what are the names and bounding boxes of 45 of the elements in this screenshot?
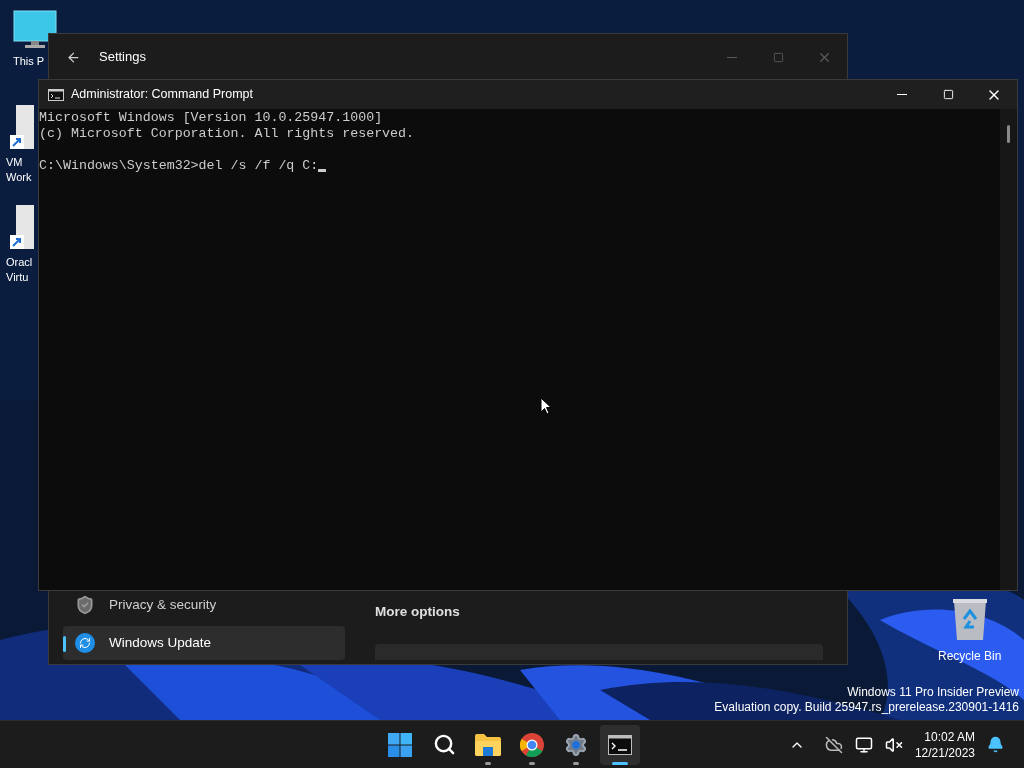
terminal-icon (608, 734, 632, 755)
notification-bell-icon[interactable] (987, 736, 1004, 753)
maximize-icon (942, 89, 954, 100)
network-icon[interactable] (854, 735, 873, 754)
running-indicator (612, 761, 628, 765)
terminal-icon (48, 88, 64, 101)
running-indicator (529, 761, 535, 765)
selection-indicator (63, 636, 66, 652)
icon-label: Work (6, 170, 32, 185)
sidebar-item[interactable]: Windows Update (63, 626, 345, 660)
sidebar-item[interactable]: Privacy & security (63, 588, 345, 622)
icon-label: Oracl (6, 255, 33, 270)
folder-icon (475, 733, 501, 756)
search-icon (432, 733, 456, 756)
watermark-text: Evaluation copy. Build 25947.rs_prerelease.230901-1416 (714, 700, 1019, 715)
clock[interactable]: 10:02 AM 12/21/2023 (914, 728, 975, 761)
monitor-icon[interactable] (13, 10, 57, 50)
running-indicator (573, 761, 579, 765)
start-icon (388, 732, 412, 757)
shield-icon (75, 595, 95, 615)
icon-label: VM (6, 155, 23, 170)
volume-muted-icon[interactable] (884, 735, 903, 754)
console-prompt: C:\Windows\System32>del /s /f /q C: (39, 158, 319, 174)
minimize-icon (727, 56, 737, 58)
icon-label: Recycle Bin (938, 648, 1002, 665)
window-title: Administrator: Command Prompt (71, 86, 253, 104)
gear-icon (564, 732, 588, 757)
running-indicator (485, 761, 491, 765)
text-cursor (318, 169, 327, 172)
browser-icon (520, 732, 544, 757)
update-icon (75, 633, 95, 653)
icon-label: Virtu (6, 270, 29, 285)
cloud-off-icon[interactable] (824, 735, 843, 754)
watermark-text: Windows 11 Pro Insider Preview (847, 685, 1019, 700)
mouse-pointer-icon (540, 397, 552, 415)
console-line: Microsoft Windows [Version 10.0.25947.1000] (39, 110, 383, 126)
section-heading: More options (375, 603, 461, 621)
taskbar-button[interactable] (600, 724, 640, 765)
scrollbar[interactable] (1000, 109, 1017, 590)
window-title: Settings (99, 48, 146, 67)
minimize-icon (897, 94, 907, 95)
console-line: (c) Microsoft Corporation. All rights reserved. (39, 126, 415, 142)
icon-label: This P (13, 54, 45, 69)
maximize-icon (772, 51, 784, 63)
scroll-thumb[interactable] (1007, 125, 1010, 143)
